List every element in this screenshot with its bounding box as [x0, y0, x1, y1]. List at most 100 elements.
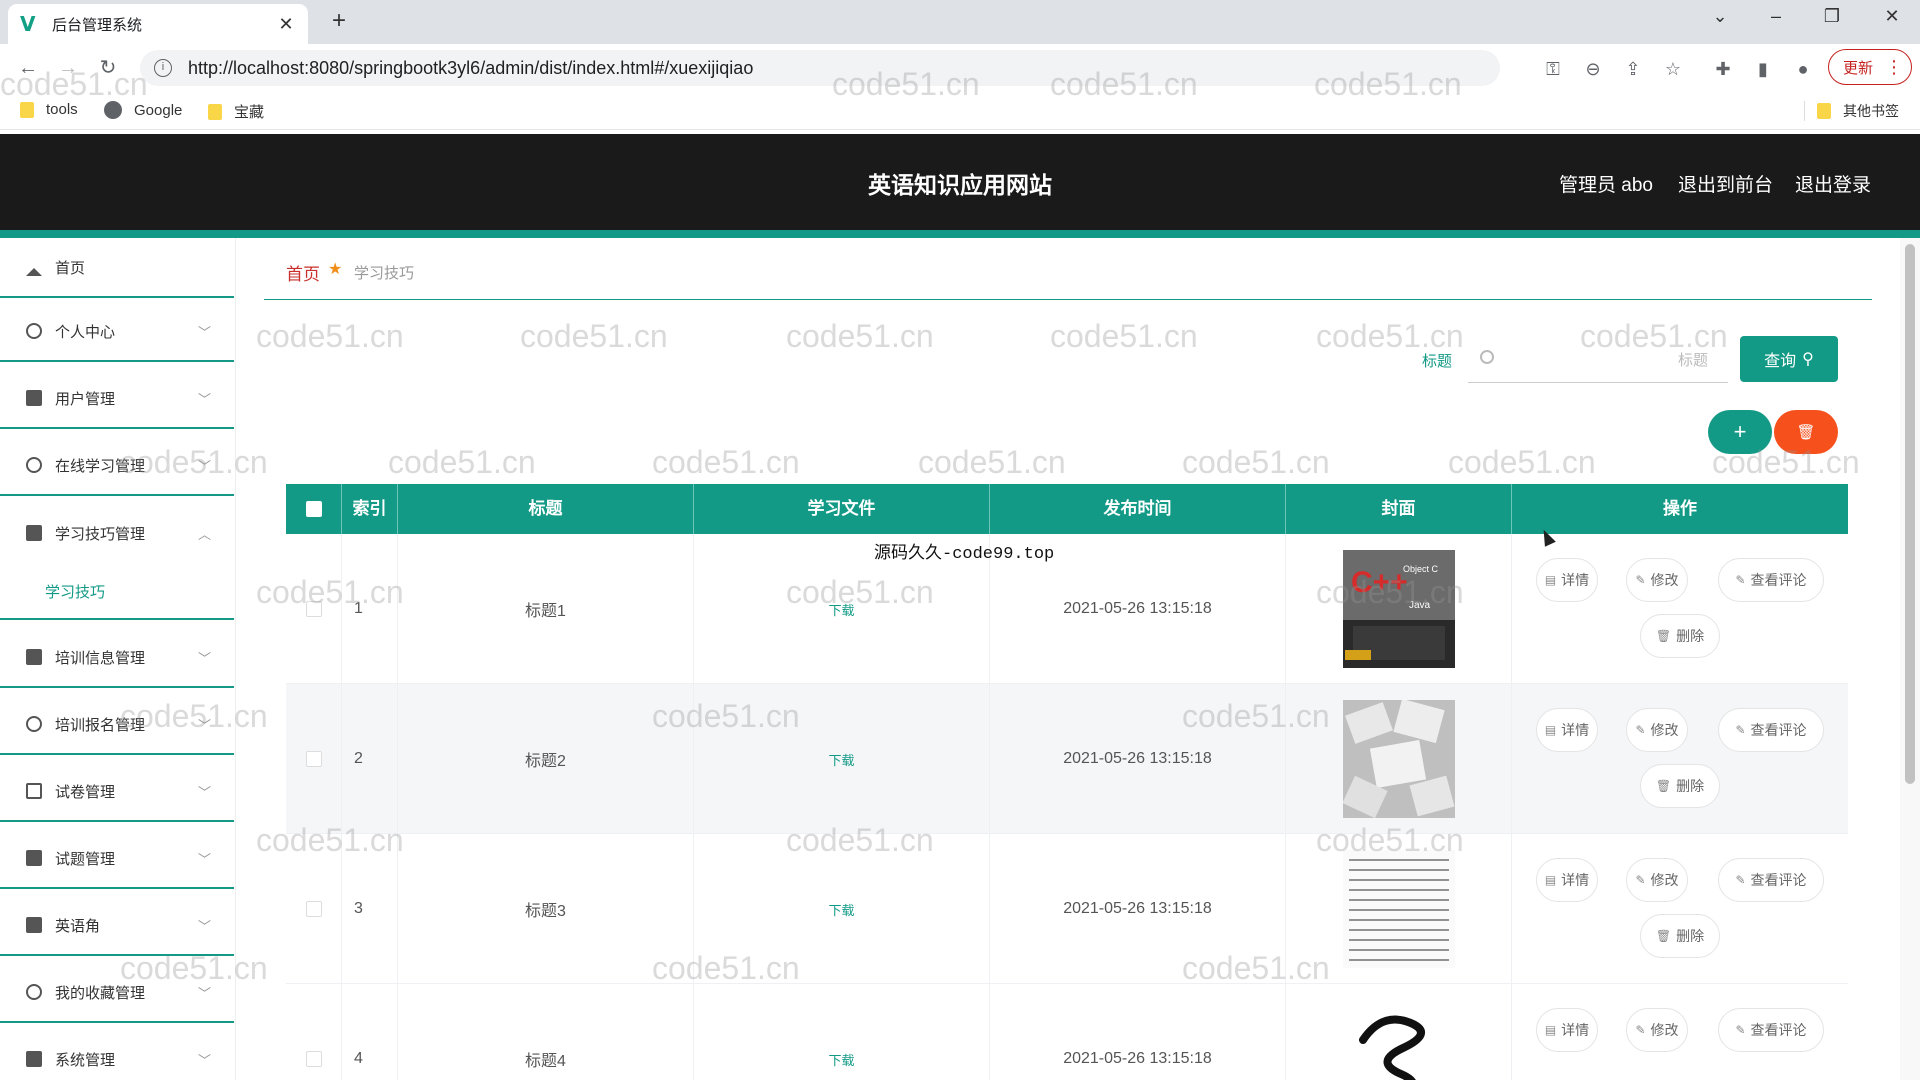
chevron-down-icon: ﹀: [198, 851, 212, 867]
url-field[interactable]: i http://localhost:8080/springbootk3yl6/…: [140, 50, 1500, 86]
sidebar-item-label: 系统管理: [55, 1051, 116, 1069]
sidebar-item-users[interactable]: 用户管理 ﹀: [0, 369, 234, 429]
sidebar-item-english-corner[interactable]: 英语角 ﹀: [0, 896, 234, 956]
search-title-label: 标题: [1422, 353, 1453, 370]
add-button[interactable]: +: [1708, 410, 1772, 454]
update-button[interactable]: 更新 ⋮: [1828, 49, 1912, 85]
watermark-text: code51.cn: [786, 318, 934, 354]
delete-button[interactable]: 🗑 删除: [1640, 914, 1720, 958]
edit-button[interactable]: ✎ 修改: [1626, 1008, 1688, 1052]
sidebar-item-online-study[interactable]: 在线学习管理 ﹀: [0, 436, 234, 496]
delete-button[interactable]: 🗑 删除: [1640, 764, 1720, 808]
bookmark-google[interactable]: Google: [104, 101, 182, 119]
watermark-text: code51.cn: [256, 318, 404, 354]
zoom-icon[interactable]: ⊖: [1582, 58, 1604, 80]
bookmark-treasure[interactable]: 宝藏: [208, 101, 264, 122]
detail-button[interactable]: ▤ 详情: [1536, 1008, 1598, 1052]
svg-text:C++: C++: [1351, 566, 1408, 599]
edit-button[interactable]: ✎ 修改: [1626, 858, 1688, 902]
view-comments-button[interactable]: ✎ 查看评论: [1718, 708, 1824, 752]
other-bookmarks[interactable]: 其他书签: [1804, 101, 1899, 121]
update-label: 更新: [1843, 59, 1874, 77]
sidebar-item-tips-management[interactable]: 学习技巧管理 ︿: [0, 503, 234, 563]
detail-button[interactable]: ▤ 详情: [1536, 708, 1598, 752]
browser-tab[interactable]: V 后台管理系统 ✕: [8, 4, 308, 44]
delete-button[interactable]: 🗑 删除: [1640, 614, 1720, 658]
view-comments-button[interactable]: ✎ 查看评论: [1718, 558, 1824, 602]
detail-button[interactable]: ▤ 详情: [1536, 858, 1598, 902]
sidebar-item-system[interactable]: 系统管理 ﹀: [0, 1030, 234, 1080]
view-comments-button[interactable]: ✎ 查看评论: [1718, 858, 1824, 902]
back-to-front-link[interactable]: 退出到前台: [1678, 170, 1773, 197]
detail-label: 详情: [1561, 722, 1590, 738]
more-icon[interactable]: ⋮: [1885, 57, 1903, 78]
edit-icon: ✎: [1635, 573, 1646, 587]
logout-link[interactable]: 退出登录: [1795, 170, 1871, 197]
search-title-input[interactable]: [1508, 347, 1708, 373]
sidebar-item-training[interactable]: 培训信息管理 ﹀: [0, 628, 234, 688]
chevron-down-icon: ﹀: [198, 784, 212, 800]
other-bookmarks-label: 其他书签: [1843, 103, 1899, 119]
profile-icon[interactable]: ●: [1792, 58, 1814, 80]
cover-image-word-tiles[interactable]: [1342, 700, 1455, 818]
sidebar-item-home[interactable]: 首页: [0, 238, 234, 298]
site-info-icon[interactable]: i: [154, 59, 172, 77]
back-icon[interactable]: ←: [14, 54, 42, 82]
row-file-cell: 下载: [694, 984, 990, 1080]
breadcrumb-home[interactable]: 首页: [286, 260, 320, 285]
sidebar-item-label: 学习技巧管理: [55, 525, 146, 543]
query-button[interactable]: 查询 ⚲: [1740, 336, 1838, 382]
cover-image-stay-original[interactable]: [1342, 1000, 1455, 1080]
sidebar-item-signup[interactable]: 培训报名管理 ﹀: [0, 695, 234, 755]
bookmark-label: Google: [134, 101, 183, 119]
edit-button[interactable]: ✎ 修改: [1626, 558, 1688, 602]
key-icon[interactable]: ⚿: [1542, 58, 1564, 80]
sidebar-item-favorites[interactable]: 我的收藏管理 ﹀: [0, 963, 234, 1023]
page-scrollbar[interactable]: [1900, 238, 1920, 1080]
row-checkbox[interactable]: [305, 751, 322, 767]
edit-button[interactable]: ✎ 修改: [1626, 708, 1688, 752]
row-cover-cell: [1286, 984, 1512, 1080]
share-icon[interactable]: ⇪: [1622, 58, 1644, 80]
sidepanel-icon[interactable]: ▮: [1752, 58, 1774, 80]
bookmark-label: 宝藏: [234, 104, 265, 121]
extensions-icon[interactable]: ✚: [1712, 58, 1734, 80]
sidebar-item-label: 试卷管理: [55, 783, 116, 801]
new-tab-button[interactable]: +: [325, 8, 353, 36]
row-title: 标题3: [398, 834, 694, 984]
reload-icon[interactable]: ↻: [94, 54, 122, 82]
sidebar-item-label: 个人中心: [55, 323, 116, 341]
watermark-text: code51.cn: [1050, 318, 1198, 354]
download-link[interactable]: 下载: [828, 1050, 854, 1069]
view-comments-button[interactable]: ✎ 查看评论: [1718, 1008, 1824, 1052]
tab-close-icon[interactable]: ✕: [276, 14, 296, 35]
sidebar-item-papers[interactable]: 试卷管理 ﹀: [0, 762, 234, 822]
bookmark-star-icon[interactable]: ☆: [1662, 58, 1684, 80]
cover-image-word-sheet[interactable]: [1342, 850, 1455, 968]
document-icon: ▤: [1544, 1023, 1557, 1037]
bookmark-tools[interactable]: tools: [20, 101, 78, 118]
detail-button[interactable]: ▤ 详情: [1536, 558, 1598, 602]
download-link[interactable]: 下载: [828, 600, 854, 619]
row-checkbox[interactable]: [305, 1051, 322, 1067]
sidebar-item-questions[interactable]: 试题管理 ﹀: [0, 829, 234, 889]
sidebar-item-profile[interactable]: 个人中心 ﹀: [0, 302, 234, 362]
forward-icon[interactable]: →: [54, 54, 82, 82]
minimize-icon[interactable]: –: [1756, 6, 1796, 27]
cover-image-cplusplus[interactable]: C++ Object C Java: [1342, 550, 1455, 668]
table-row: 3 标题3 下载 2021-05-26 13:15:18: [286, 834, 1848, 984]
row-checkbox[interactable]: [305, 901, 322, 917]
window-close-icon[interactable]: ✕: [1872, 6, 1912, 27]
sidebar-subitem-tips[interactable]: 学习技巧: [0, 564, 234, 620]
sidebar-item-label: 培训信息管理: [55, 649, 146, 667]
search-box: [1468, 339, 1728, 383]
select-all-checkbox[interactable]: [286, 484, 342, 534]
restore-icon[interactable]: ❐: [1812, 6, 1852, 27]
tab-search-icon[interactable]: ⌄: [1700, 6, 1740, 27]
row-checkbox[interactable]: [305, 601, 322, 617]
download-link[interactable]: 下载: [828, 750, 854, 769]
batch-delete-button[interactable]: 🗑: [1774, 410, 1838, 454]
watermark-text: code51.cn: [652, 444, 800, 480]
scrollbar-thumb[interactable]: [1905, 244, 1915, 784]
download-link[interactable]: 下载: [828, 900, 854, 919]
